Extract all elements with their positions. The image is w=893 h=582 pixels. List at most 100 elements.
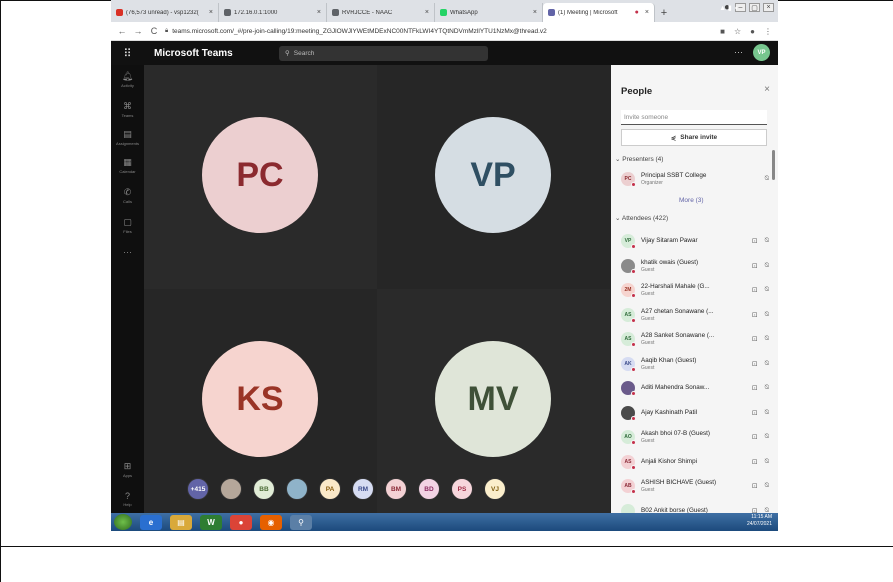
video-off-icon[interactable]: ⊡: [752, 482, 758, 490]
rail-item[interactable]: ? Help: [111, 491, 144, 507]
account-icon[interactable]: ●: [750, 27, 755, 36]
close-icon[interactable]: ×: [764, 84, 770, 95]
rail-item[interactable]: ⌘ Teams: [111, 101, 144, 118]
video-off-icon[interactable]: ⊡: [752, 311, 758, 319]
excel-icon[interactable]: W: [200, 514, 222, 530]
magnifier-icon[interactable]: ⚲: [290, 514, 312, 530]
browser-tab-active[interactable]: (1) Meeting | Microsoft ● ×: [543, 3, 655, 22]
rail-item[interactable]: ✆ Calls: [111, 187, 144, 204]
forward-icon[interactable]: →: [133, 26, 143, 36]
participant-avatar[interactable]: [286, 478, 308, 500]
search-input[interactable]: ⚲ Search: [279, 45, 488, 61]
list-item[interactable]: AO Akash bhoi 07-B (Guest) Guest ⊡ ⍉: [621, 426, 769, 448]
system-clock[interactable]: 11:15 AM 24/07/2021: [747, 514, 772, 528]
mic-off-icon[interactable]: ⍉: [765, 175, 769, 183]
video-off-icon[interactable]: ⊡: [752, 409, 758, 417]
rail-item[interactable]: ···: [111, 247, 144, 258]
mic-off-icon[interactable]: ⍉: [765, 286, 769, 294]
reload-icon[interactable]: C: [149, 26, 159, 36]
system-tray-icons[interactable]: ▲ ▮ ◖: [719, 4, 738, 12]
browser-tab[interactable]: (76,573 unread) - vsp1232( ×: [111, 3, 219, 22]
back-icon[interactable]: ←: [117, 26, 127, 36]
participant-avatar[interactable]: PA: [319, 478, 341, 500]
app-launcher-icon[interactable]: ⠿: [111, 47, 144, 60]
browser-tab[interactable]: WhatsApp ×: [435, 3, 543, 22]
maximize-icon[interactable]: ▢: [749, 3, 760, 12]
participant-avatar[interactable]: BD: [418, 478, 440, 500]
mic-off-icon[interactable]: ⍉: [765, 384, 769, 392]
close-window-icon[interactable]: ×: [763, 3, 774, 12]
mic-off-icon[interactable]: ⍉: [765, 458, 769, 466]
person-actions: ⊡ ⍉: [752, 384, 769, 392]
video-off-icon[interactable]: ⊡: [752, 360, 758, 368]
menu-icon[interactable]: ⋮: [764, 27, 772, 36]
participant-avatar[interactable]: PS: [451, 478, 473, 500]
rail-item[interactable]: ▢ Files: [111, 217, 144, 234]
participant-avatar[interactable]: BM: [385, 478, 407, 500]
rail-item[interactable]: ⊞ Apps: [111, 461, 144, 478]
person-name: 22-Harshali Mahale (G...: [641, 283, 710, 290]
mic-off-icon[interactable]: ⍉: [765, 311, 769, 319]
scrollbar[interactable]: [772, 150, 775, 180]
rail-item[interactable]: ▦ Calendar: [111, 157, 144, 174]
list-item[interactable]: AS A28 Sanket Sonawane (... Guest ⊡ ⍉: [621, 328, 769, 350]
list-item[interactable]: AK Aaqib Khan (Guest) Guest ⊡ ⍉: [621, 353, 769, 375]
explorer-icon[interactable]: ▤: [170, 514, 192, 530]
video-off-icon[interactable]: ⊡: [752, 262, 758, 270]
mic-off-icon[interactable]: ⍉: [765, 237, 769, 245]
mic-off-icon[interactable]: ⍉: [765, 262, 769, 270]
list-item[interactable]: AS Anjali Kishor Shimpi ⊡ ⍉: [621, 451, 769, 473]
participant-avatar[interactable]: [220, 478, 242, 500]
close-tab-icon[interactable]: ×: [209, 9, 213, 16]
list-item[interactable]: PC Principal SSBT College Organizer ⍉: [621, 168, 769, 190]
video-off-icon[interactable]: ⊡: [752, 458, 758, 466]
new-tab-button[interactable]: +: [655, 3, 673, 22]
more-options-icon[interactable]: ···: [734, 47, 743, 57]
video-off-icon[interactable]: ⊡: [752, 335, 758, 343]
list-item[interactable]: Ajay Kashinath Patil ⊡ ⍉: [621, 402, 769, 424]
video-tile[interactable]: VP: [377, 65, 610, 289]
participant-avatar[interactable]: VJ: [484, 478, 506, 500]
close-tab-icon[interactable]: ×: [645, 9, 649, 16]
close-tab-icon[interactable]: ×: [425, 9, 429, 16]
mic-off-icon[interactable]: ⍉: [765, 360, 769, 368]
list-item[interactable]: Aditi Mahendra Sonaw... ⊡ ⍉: [621, 377, 769, 399]
mic-off-icon[interactable]: ⍉: [765, 335, 769, 343]
video-off-icon[interactable]: ⊡: [752, 433, 758, 441]
mic-off-icon[interactable]: ⍉: [765, 482, 769, 490]
video-off-icon[interactable]: ⊡: [752, 286, 758, 294]
share-invite-button[interactable]: ⋞ Share invite: [621, 129, 767, 146]
list-item[interactable]: 2M 22-Harshali Mahale (G... Guest ⊡ ⍉: [621, 279, 769, 301]
list-item[interactable]: khatik owais (Guest) Guest ⊡ ⍉: [621, 255, 769, 277]
url-field[interactable]: 🔒︎ teams.microsoft.com/_#/pre-join-calli…: [165, 28, 714, 35]
presenters-header[interactable]: ⌄ Presenters (4): [615, 155, 663, 163]
attendees-header[interactable]: ⌄ Attendees (422): [615, 214, 668, 222]
participant-avatar[interactable]: BB: [253, 478, 275, 500]
mic-off-icon[interactable]: ⍉: [765, 409, 769, 417]
close-tab-icon[interactable]: ×: [317, 9, 321, 16]
video-off-icon[interactable]: ⊡: [752, 237, 758, 245]
more-presenters-link[interactable]: More (3): [679, 197, 704, 204]
participant-avatar[interactable]: RM: [352, 478, 374, 500]
ie-icon[interactable]: e: [140, 514, 162, 530]
invite-input[interactable]: Invite someone: [621, 110, 767, 125]
overflow-count-badge[interactable]: +415: [187, 478, 209, 500]
video-tile[interactable]: PC: [144, 65, 377, 289]
browser-tab[interactable]: RVRJCCE - NAAC ×: [327, 3, 435, 22]
mic-off-icon[interactable]: ⍉: [765, 433, 769, 441]
rail-item[interactable]: ▤ Assignments: [111, 129, 144, 146]
firefox-icon[interactable]: ◉: [260, 514, 282, 530]
list-item[interactable]: AB ASHISH BICHAVE (Guest) Guest ⊡ ⍉: [621, 475, 769, 497]
start-button[interactable]: [114, 514, 132, 530]
video-off-icon[interactable]: ⊡: [752, 384, 758, 392]
list-item[interactable]: B02 Ankit borse (Guest) ⊡ ⍉: [621, 500, 769, 513]
list-item[interactable]: VP Vijay Sitaram Pawar ⊡ ⍉: [621, 230, 769, 252]
star-icon[interactable]: ☆: [734, 27, 741, 36]
camera-icon[interactable]: ■: [720, 27, 725, 36]
rail-item[interactable]: 🔔︎ Activity: [111, 71, 144, 88]
browser-tab[interactable]: 172.16.0.1:1000 ×: [219, 3, 327, 22]
list-item[interactable]: AS A27 chetan Sonawane (... Guest ⊡ ⍉: [621, 304, 769, 326]
avatar[interactable]: VP: [753, 44, 770, 61]
close-tab-icon[interactable]: ×: [533, 9, 537, 16]
chrome-icon[interactable]: ●: [230, 514, 252, 530]
